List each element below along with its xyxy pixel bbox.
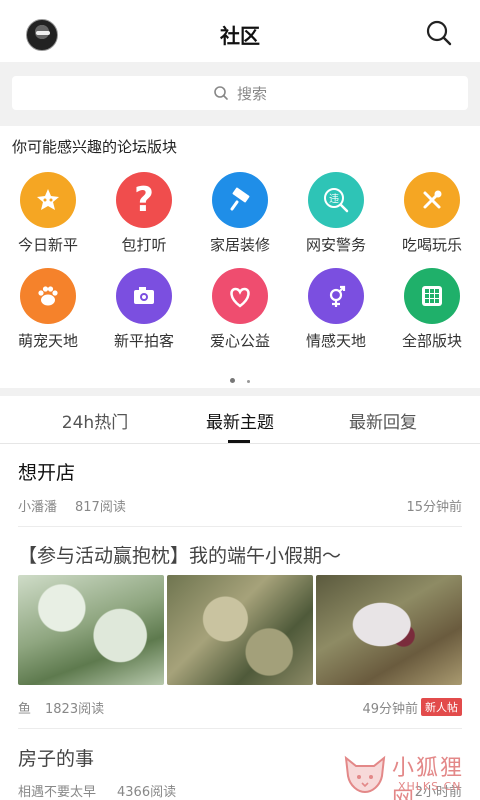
post-time: 15分钟前 [406,500,462,515]
page-dot [247,380,250,383]
camera-icon [116,268,172,324]
search-input[interactable]: 搜索 [12,76,468,110]
category-chihe[interactable]: 吃喝玩乐 [384,172,480,262]
category-baodating[interactable]: ? 包打听 [96,172,192,262]
active-tab-indicator [228,440,250,443]
question-icon: ? [116,172,172,228]
police-icon: 违 [308,172,364,228]
category-label: 包打听 [121,236,167,254]
watermark-text-en: XHLKS.CN [398,780,462,793]
paint-roller-icon [212,172,268,228]
section-title: 你可能感兴趣的论坛版块 [12,138,178,156]
post-reads: 1823阅读 [45,702,105,717]
category-label: 家居装修 [209,236,270,254]
post-item[interactable]: 想开店 [18,458,462,485]
search-icon[interactable] [424,18,454,48]
post-meta: 鱼 1823阅读 49分钟前 新人帖 [18,698,462,718]
tab-hot-24h[interactable]: 24h热门 [15,408,175,433]
category-qinggan[interactable]: 情感天地 [288,268,384,358]
post-image[interactable] [167,575,313,685]
new-user-badge: 新人帖 [421,698,462,716]
tab-latest-topics[interactable]: 最新主题 [160,408,320,433]
heart-icon [212,268,268,324]
search-small-icon [214,86,228,100]
post-images [18,575,462,685]
post-reads: 4366阅读 [117,785,177,800]
category-label: 情感天地 [305,332,366,350]
category-label: 萌宠天地 [17,332,78,350]
category-all[interactable]: 全部版块 [384,268,480,358]
category-jinri[interactable]: 今日新平 [0,172,96,262]
gender-icon [308,268,364,324]
divider [18,526,462,527]
star-chat-icon [20,172,76,228]
divider [18,728,462,729]
post-author: 相遇不要太早 [18,785,97,800]
category-label: 新平拍客 [113,332,174,350]
category-wangan[interactable]: 违 网安警务 [288,172,384,262]
post-title[interactable]: 【参与活动赢抱枕】我的端午小假期～ [18,541,462,568]
page-title: 社区 [220,24,260,48]
category-label: 网安警务 [305,236,366,254]
page-indicator [0,368,480,387]
post-meta: 小潘潘 817阅读 15分钟前 [18,496,462,516]
category-label: 爱心公益 [209,332,270,350]
category-mengchong[interactable]: 萌宠天地 [0,268,96,358]
fox-logo-icon [344,755,386,794]
post-item[interactable]: 【参与活动赢抱枕】我的端午小假期～ [18,541,462,568]
feed-tabs: 24h热门 最新主题 最新回复 [0,396,480,444]
post-image[interactable] [316,575,462,685]
search-bar-area: 搜索 [0,62,480,126]
app-header: 社区 [0,0,480,62]
category-label: 吃喝玩乐 [401,236,462,254]
search-placeholder: 搜索 [236,84,267,103]
post-author: 小潘潘 [18,500,58,515]
tab-latest-replies[interactable]: 最新回复 [303,408,463,433]
post-time: 49分钟前 [362,702,418,717]
watermark: 小狐狸网 XHLKS.CN [340,742,480,800]
category-aixin[interactable]: 爱心公益 [192,268,288,358]
section-divider [0,388,480,396]
post-reads: 817阅读 [75,500,126,515]
category-label: 全部版块 [401,332,462,350]
post-title[interactable]: 想开店 [18,458,462,485]
grid-icon [404,268,460,324]
post-image[interactable] [18,575,164,685]
category-jiaju[interactable]: 家居装修 [192,172,288,262]
svg-text:违: 违 [329,193,339,205]
page-dot-active [230,378,235,383]
post-author: 鱼 [18,702,32,717]
category-label: 今日新平 [17,236,78,254]
paw-icon [20,268,76,324]
category-paike[interactable]: 新平拍客 [96,268,192,358]
fork-spoon-icon [404,172,460,228]
